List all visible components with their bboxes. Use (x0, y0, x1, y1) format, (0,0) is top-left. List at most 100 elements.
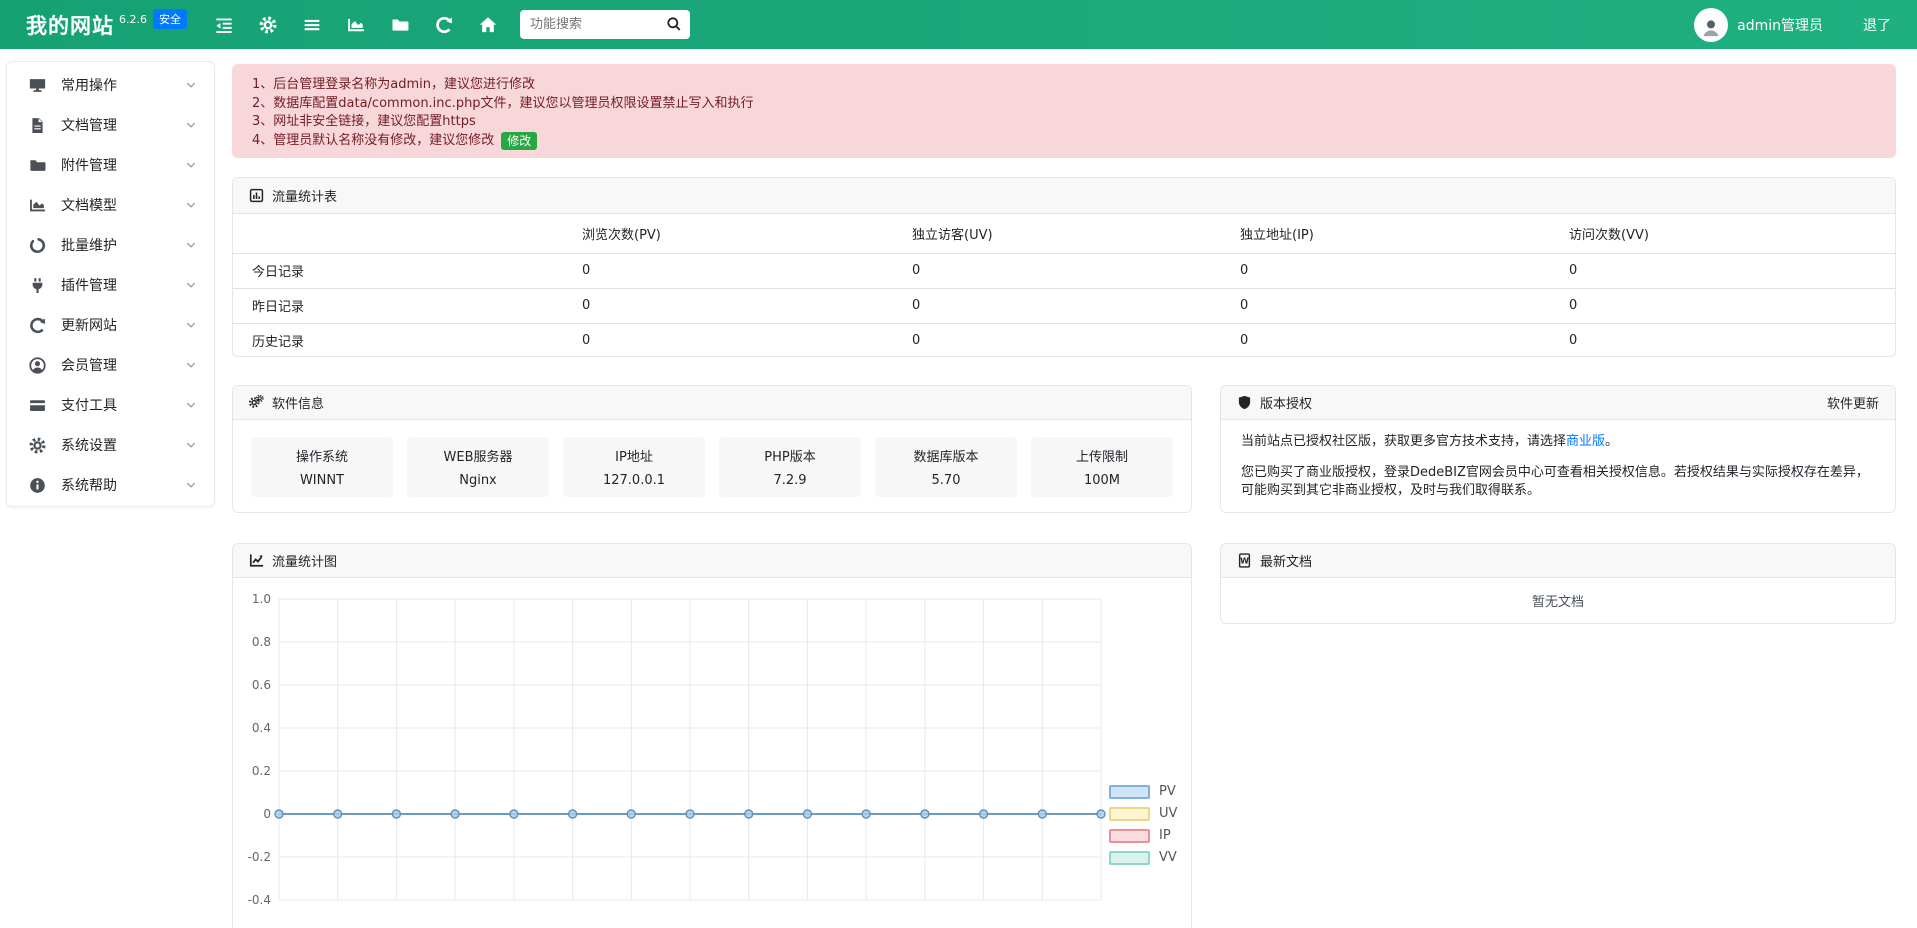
sidebar-item[interactable]: 插件管理 (7, 265, 214, 305)
user-menu[interactable]: admin管理员 退了 (1694, 0, 1891, 49)
table-header-cell: 访问次数(VV) (1569, 214, 1895, 253)
circle-notch-icon (29, 237, 46, 254)
card-header: 流量统计图 (233, 544, 1191, 578)
table-cell: 0 (1569, 323, 1895, 358)
sidebar-menu: 常用操作文档管理附件管理文档模型批量维护插件管理更新网站会员管理支付工具系统设置… (7, 65, 214, 505)
redo-icon (29, 317, 46, 334)
software-update-link[interactable]: 软件更新 (1827, 393, 1879, 412)
software-info-item: 数据库版本5.70 (875, 437, 1017, 497)
legend-label: VV (1159, 850, 1177, 865)
legend-item-ip[interactable]: IP (1109, 828, 1177, 843)
folder-icon[interactable] (391, 16, 409, 34)
table-cell: 0 (1240, 253, 1569, 288)
sidebar-item-label: 文档模型 (61, 195, 184, 215)
legend-label: UV (1159, 806, 1177, 821)
site-title: 我的网站 (26, 10, 114, 40)
sidebar-item[interactable]: 系统设置 (7, 425, 214, 465)
row-label: 历史记录 (233, 323, 582, 358)
table-cell: 0 (1240, 288, 1569, 323)
outdent-icon[interactable] (215, 16, 233, 34)
sidebar-item[interactable]: 会员管理 (7, 345, 214, 385)
legend-swatch (1109, 829, 1150, 843)
legend-swatch (1109, 785, 1150, 799)
chevron-down-icon (184, 398, 198, 412)
sidebar-item[interactable]: 更新网站 (7, 305, 214, 345)
software-info-item: 操作系统WINNT (251, 437, 393, 497)
commercial-edition-link[interactable]: 商业版 (1566, 434, 1605, 449)
sidebar-item[interactable]: 系统帮助 (7, 465, 214, 505)
table-cell: 0 (1569, 288, 1895, 323)
legend-swatch (1109, 851, 1150, 865)
home-icon[interactable] (479, 16, 497, 34)
chevron-down-icon (184, 278, 198, 292)
software-label: PHP版本 (764, 446, 815, 465)
fix-button[interactable]: 修改 (501, 132, 537, 150)
sidebar-item[interactable]: 附件管理 (7, 145, 214, 185)
redo-icon[interactable] (435, 16, 453, 34)
chevron-down-icon (184, 78, 198, 92)
latest-docs-card: W 最新文档 暂无文档 (1220, 543, 1896, 624)
legend-label: PV (1159, 784, 1176, 799)
security-badge[interactable]: 安全 (153, 9, 187, 29)
sidebar-item[interactable]: 批量维护 (7, 225, 214, 265)
table-row: 今日记录0000 (233, 253, 1895, 288)
card-title: 流量统计图 (272, 551, 337, 570)
cog-icon[interactable] (259, 16, 277, 34)
sidebar-item[interactable]: 文档模型 (7, 185, 214, 225)
traffic-chart-card: 流量统计图 1.00.80.60.40.20-0.2-0.4 PVUVIPVV (232, 543, 1192, 928)
sidebar-item[interactable]: 文档管理 (7, 105, 214, 145)
license-paragraph: 您已购买了商业版授权，登录DedeBIZ官网会员中心可查看相关授权信息。若授权结… (1241, 464, 1875, 500)
version-label: 6.2.6 (119, 13, 147, 26)
license-card: 版本授权 软件更新 当前站点已授权社区版，获取更多官方技术支持，请选择商业版。 … (1220, 385, 1896, 513)
user-name: admin管理员 (1737, 15, 1823, 35)
svg-text:1.0: 1.0 (252, 592, 271, 606)
bars-icon[interactable] (303, 16, 321, 34)
table-cell: 0 (912, 253, 1240, 288)
software-info-item: 上传限制100M (1031, 437, 1173, 497)
license-body: 当前站点已授权社区版，获取更多官方技术支持，请选择商业版。 您已购买了商业版授权… (1221, 420, 1895, 500)
legend-item-vv[interactable]: VV (1109, 850, 1177, 865)
traffic-chart: 1.00.80.60.40.20-0.2-0.4 (233, 578, 1193, 928)
shield-icon (1237, 395, 1252, 410)
software-value: 100M (1084, 473, 1120, 488)
svg-text:0.4: 0.4 (252, 721, 271, 735)
software-label: WEB服务器 (444, 446, 513, 465)
svg-text:0: 0 (263, 807, 271, 821)
license-paragraph: 当前站点已授权社区版，获取更多官方技术支持，请选择商业版。 (1241, 433, 1875, 451)
cogs-icon (249, 395, 264, 410)
software-info-item: IP地址127.0.0.1 (563, 437, 705, 497)
legend-item-pv[interactable]: PV (1109, 784, 1177, 799)
search-input[interactable] (520, 10, 690, 39)
table-header-cell: 浏览次数(PV) (582, 214, 912, 253)
legend-item-uv[interactable]: UV (1109, 806, 1177, 821)
notice-line: 1、后台管理登录名称为admin，建议您进行修改 (252, 76, 1876, 95)
sidebar-item-label: 会员管理 (61, 355, 184, 375)
svg-text:0.6: 0.6 (252, 678, 271, 692)
chart-bar-icon (249, 188, 264, 203)
cog-icon (29, 437, 46, 454)
logout-link[interactable]: 退了 (1863, 15, 1891, 35)
table-header-row: 浏览次数(PV)独立访客(UV)独立地址(IP)访问次数(VV) (233, 214, 1895, 253)
chart-area-icon[interactable] (347, 16, 365, 34)
chevron-down-icon (184, 438, 198, 452)
top-nav (215, 0, 497, 49)
empty-docs-message: 暂无文档 (1221, 578, 1895, 623)
chevron-down-icon (184, 198, 198, 212)
app-logo: 我的网站 6.2.6 安全 (26, 0, 187, 49)
svg-text:-0.2: -0.2 (248, 850, 271, 864)
search-icon[interactable] (666, 16, 682, 32)
sidebar-item-label: 附件管理 (61, 155, 184, 175)
table-cell: 0 (912, 323, 1240, 358)
card-header: W 最新文档 (1221, 544, 1895, 578)
software-value: Nginx (459, 473, 497, 488)
table-cell: 0 (1240, 323, 1569, 358)
sidebar-item[interactable]: 支付工具 (7, 385, 214, 425)
info-circle-icon (29, 477, 46, 494)
row-label: 今日记录 (233, 253, 582, 288)
card-header: 版本授权 软件更新 (1221, 386, 1895, 420)
chevron-down-icon (184, 238, 198, 252)
chart-area-icon (29, 197, 46, 214)
sidebar-item[interactable]: 常用操作 (7, 65, 214, 105)
table-cell: 0 (582, 253, 912, 288)
chart-line-icon (249, 553, 264, 568)
